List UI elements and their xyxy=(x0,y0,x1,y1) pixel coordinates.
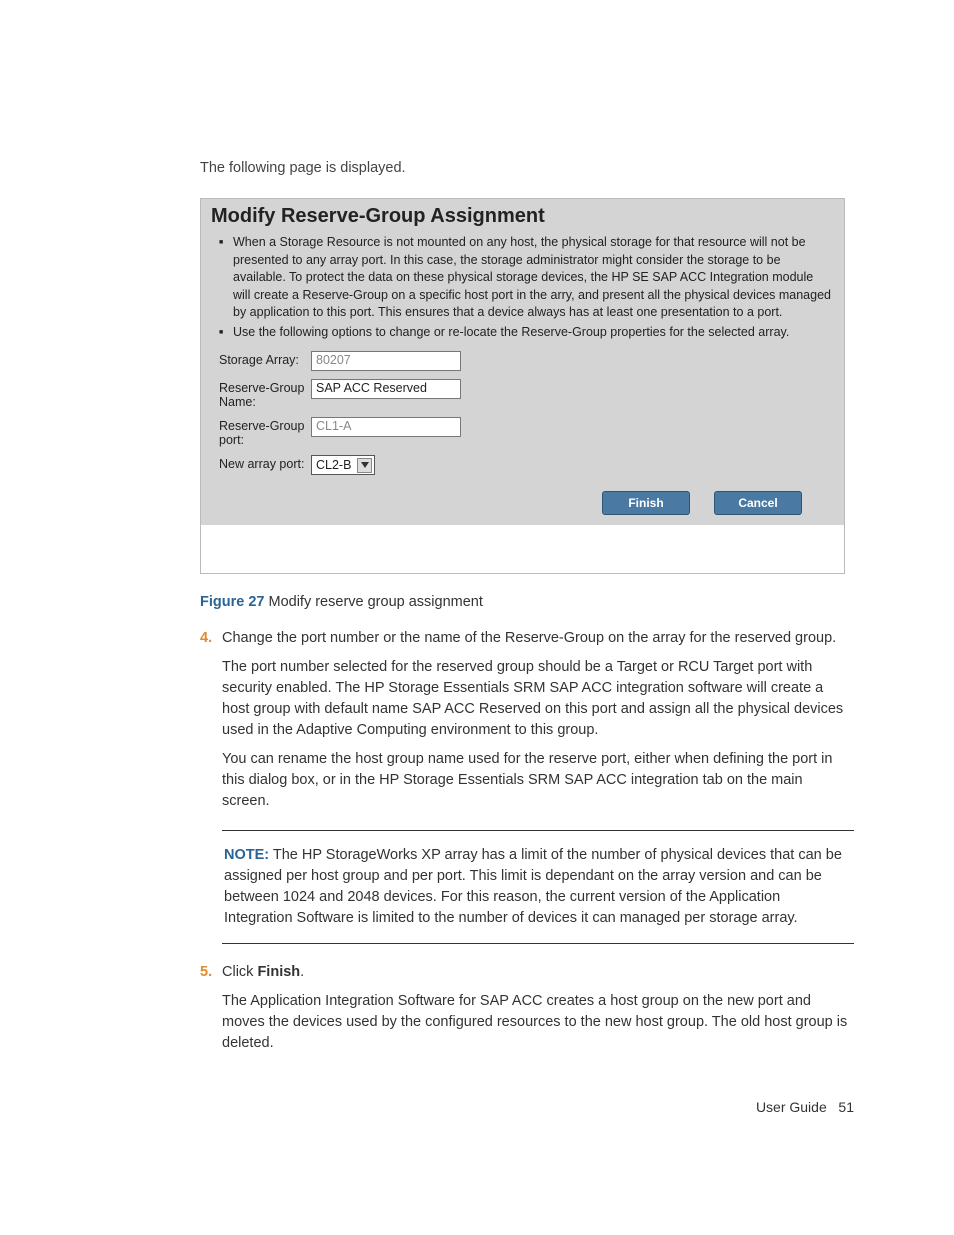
note-box: NOTE: The HP StorageWorks XP array has a… xyxy=(222,830,854,944)
reserve-group-port-input[interactable]: CL1-A xyxy=(311,417,461,437)
step-5-lead-bold: Finish xyxy=(257,964,300,980)
panel-bullet: When a Storage Resource is not mounted o… xyxy=(219,234,834,322)
finish-button[interactable]: Finish xyxy=(602,491,690,515)
panel-title: Modify Reserve-Group Assignment xyxy=(211,205,834,228)
step-4: 4. Change the port number or the name of… xyxy=(200,628,854,812)
step-4-paragraph: You can rename the host group name used … xyxy=(222,749,854,812)
panel-whitespace xyxy=(201,525,844,573)
reserve-group-name-input[interactable]: SAP ACC Reserved xyxy=(311,379,461,399)
panel-bullet: Use the following options to change or r… xyxy=(219,324,834,342)
form-area: Storage Array: 80207 Reserve-Group Name:… xyxy=(219,351,834,475)
page-footer: User Guide 51 xyxy=(756,1099,854,1115)
note-text: The HP StorageWorks XP array has a limit… xyxy=(224,847,842,926)
modify-reserve-group-panel: Modify Reserve-Group Assignment When a S… xyxy=(200,198,845,574)
figure-text: Modify reserve group assignment xyxy=(264,594,482,610)
new-array-port-value: CL2-B xyxy=(316,458,351,472)
new-array-port-select[interactable]: CL2-B xyxy=(311,455,375,475)
figure-caption: Figure 27 Modify reserve group assignmen… xyxy=(200,594,854,610)
step-5-lead-prefix: Click xyxy=(222,964,257,980)
intro-text: The following page is displayed. xyxy=(200,160,854,176)
reserve-group-name-label: Reserve-Group Name: xyxy=(219,379,311,409)
panel-description-list: When a Storage Resource is not mounted o… xyxy=(219,234,834,341)
step-4-lead: Change the port number or the name of th… xyxy=(222,630,836,646)
storage-array-label: Storage Array: xyxy=(219,351,311,367)
step-5-lead-suffix: . xyxy=(300,964,304,980)
new-array-port-label: New array port: xyxy=(219,455,311,471)
step-5: 5. Click Finish. The Application Integra… xyxy=(200,962,854,1054)
storage-array-input[interactable]: 80207 xyxy=(311,351,461,371)
footer-label: User Guide xyxy=(756,1099,827,1115)
step-4-paragraph: The port number selected for the reserve… xyxy=(222,657,854,741)
step-5-paragraph: The Application Integration Software for… xyxy=(222,991,854,1054)
chevron-down-icon xyxy=(357,458,372,473)
cancel-button[interactable]: Cancel xyxy=(714,491,802,515)
figure-label: Figure 27 xyxy=(200,594,264,610)
note-label: NOTE: xyxy=(224,847,269,863)
step-number: 5. xyxy=(200,962,212,983)
step-number: 4. xyxy=(200,628,212,649)
footer-page-number: 51 xyxy=(838,1099,854,1115)
reserve-group-port-label: Reserve-Group port: xyxy=(219,417,311,447)
